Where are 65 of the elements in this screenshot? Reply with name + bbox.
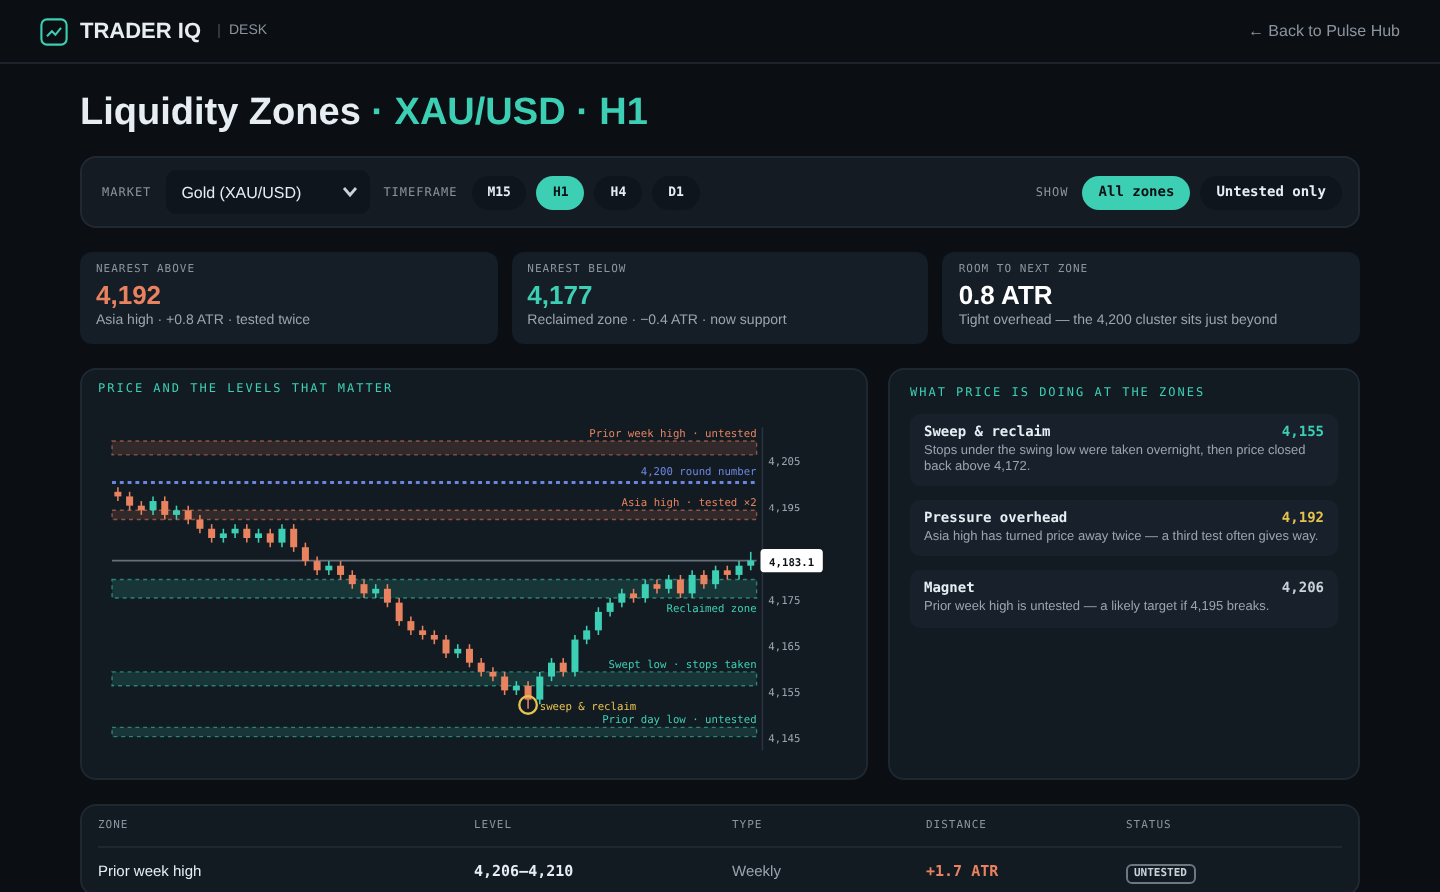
candle	[208, 523, 216, 544]
candle	[735, 560, 743, 581]
chevron-icon	[341, 186, 358, 198]
candle	[618, 588, 626, 609]
candle	[465, 643, 473, 669]
candle	[383, 583, 391, 609]
candle	[348, 569, 356, 590]
candle	[149, 495, 157, 516]
candle	[161, 495, 169, 521]
stat-value: 0.8 ATR	[958, 280, 1055, 310]
candle	[255, 527, 263, 544]
candle	[524, 680, 532, 710]
candle	[665, 574, 673, 595]
candle	[489, 666, 497, 682]
stat-value: 4,177	[527, 280, 595, 310]
candle	[606, 597, 614, 618]
candle	[325, 560, 333, 576]
candle	[137, 500, 145, 516]
candle	[501, 671, 509, 696]
candle	[653, 578, 661, 595]
candle	[630, 588, 638, 604]
candle	[395, 597, 403, 627]
logo-icon	[40, 17, 68, 45]
candle	[243, 523, 251, 544]
candle	[313, 555, 321, 576]
candle	[184, 504, 192, 525]
candle	[747, 551, 755, 572]
sweep-marker-icon	[518, 695, 538, 715]
candle	[337, 560, 345, 581]
candle	[126, 491, 134, 512]
candle	[360, 578, 368, 599]
candle	[407, 615, 415, 636]
candle	[266, 527, 274, 548]
candle	[114, 486, 122, 502]
candle	[583, 624, 591, 645]
candle	[301, 541, 309, 567]
brand-name: TRADER IQ	[80, 19, 201, 43]
candle	[372, 583, 380, 599]
candle	[173, 504, 180, 521]
candle	[419, 624, 427, 641]
candle	[477, 657, 485, 678]
candle	[536, 671, 544, 705]
candle	[454, 643, 462, 659]
market-select[interactable]: Gold (XAU/USD)	[165, 170, 370, 214]
candle	[231, 523, 239, 539]
candle	[712, 564, 720, 590]
candle	[430, 629, 438, 645]
page-title: Liquidity Zones · XAU/USD · H1	[80, 92, 650, 136]
candle	[290, 523, 298, 553]
candle	[512, 680, 520, 696]
candle	[571, 634, 579, 678]
candle	[594, 606, 602, 636]
candle	[196, 514, 204, 535]
candle	[559, 657, 567, 678]
candle	[548, 657, 555, 682]
candle	[641, 578, 649, 604]
back-link[interactable]: ← Back to Pulse Hub	[1247, 22, 1400, 40]
stat-value: 4,192	[96, 280, 164, 310]
candle	[676, 574, 684, 599]
candle	[688, 569, 696, 599]
candle	[442, 634, 450, 659]
candle	[219, 527, 227, 544]
candle	[700, 569, 708, 590]
candle	[278, 523, 286, 548]
candle	[723, 564, 731, 581]
